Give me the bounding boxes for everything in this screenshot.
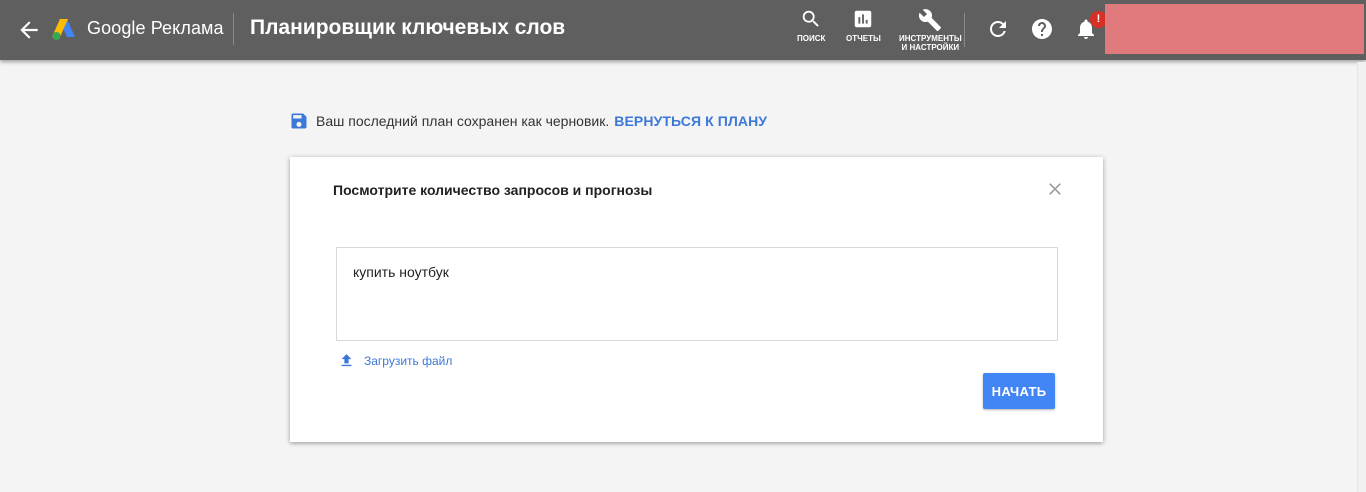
brand-name: Google Реклама: [87, 18, 224, 38]
search-tool-label: ПОИСК: [797, 34, 826, 43]
search-tool-button[interactable]: ПОИСК: [797, 8, 825, 43]
scrollbar[interactable]: [1357, 62, 1366, 492]
brand-divider: [233, 13, 234, 45]
return-to-plan-link[interactable]: ВЕРНУТЬСЯ К ПЛАНУ: [614, 113, 767, 129]
back-arrow-icon[interactable]: [16, 17, 42, 43]
reports-tool-label: ОТЧЕТЫ: [846, 34, 881, 43]
keywords-input[interactable]: купить ноутбук: [336, 247, 1058, 341]
draft-notice-text: Ваш последний план сохранен как черновик…: [316, 113, 610, 129]
wrench-icon: [919, 9, 942, 31]
keyword-forecast-card: Посмотрите количество запросов и прогноз…: [290, 157, 1103, 442]
reports-icon: [855, 10, 872, 28]
google-ads-logo-icon: [52, 19, 75, 40]
refresh-icon[interactable]: [986, 17, 1010, 41]
upload-icon: [341, 354, 352, 367]
tools-settings-label-line2: И НАСТРОЙКИ: [901, 43, 960, 52]
upload-file-label: Загрузить файл: [364, 353, 453, 368]
reports-tool-button[interactable]: ОТЧЕТЫ: [846, 8, 881, 43]
save-icon: [291, 113, 307, 129]
upload-file-link[interactable]: Загрузить файл: [338, 351, 452, 370]
page-title: Планировщик ключевых слов: [250, 16, 566, 39]
top-app-bar: Google Реклама Планировщик ключевых слов…: [0, 0, 1366, 60]
draft-notice: Ваш последний план сохранен как черновик…: [289, 110, 767, 132]
tools-divider: [964, 13, 965, 47]
card-title: Посмотрите количество запросов и прогноз…: [333, 182, 653, 198]
tools-settings-label-line1: ИНСТРУМЕНТЫ: [899, 34, 962, 43]
account-info-block[interactable]: [1105, 4, 1364, 54]
close-icon[interactable]: [1045, 179, 1065, 199]
tools-settings-button[interactable]: ИНСТРУМЕНТЫ И НАСТРОЙКИ: [899, 8, 962, 52]
help-icon[interactable]: [1030, 17, 1054, 41]
start-button[interactable]: НАЧАТЬ: [983, 373, 1055, 409]
search-icon: [802, 10, 819, 27]
